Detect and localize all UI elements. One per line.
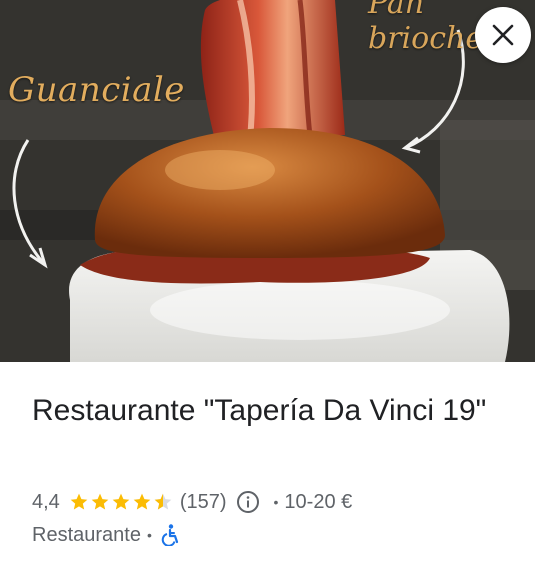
close-button[interactable] — [475, 7, 531, 63]
hero-photo[interactable]: Guanciale Pan brioche — [0, 0, 535, 362]
star-icon — [112, 493, 130, 510]
price-range: 10-20 € — [284, 490, 353, 513]
close-icon — [492, 24, 514, 46]
wheelchair-icon — [161, 524, 178, 546]
category-label: Restaurante — [32, 523, 141, 546]
guanciale-label: Guanciale — [8, 70, 185, 110]
place-title: Restaurante "Tapería Da Vinci 19" — [32, 394, 487, 427]
half-star-icon — [154, 493, 172, 510]
category-row: Restaurante • — [32, 521, 180, 549]
separator-dot: • — [146, 527, 152, 543]
rating-value[interactable]: 4,4 — [32, 491, 60, 514]
review-count[interactable]: (157) — [180, 491, 227, 514]
rating-row: 4,4 (157) • 10-20 € — [32, 487, 352, 517]
rating-stars[interactable] — [69, 492, 174, 512]
info-button[interactable] — [236, 490, 260, 514]
star-icon — [133, 493, 151, 510]
star-icon — [70, 493, 88, 510]
wheelchair-accessible[interactable] — [160, 524, 180, 546]
info-icon — [236, 491, 259, 513]
separator-dot: • — [273, 494, 279, 510]
star-icon — [91, 493, 109, 510]
